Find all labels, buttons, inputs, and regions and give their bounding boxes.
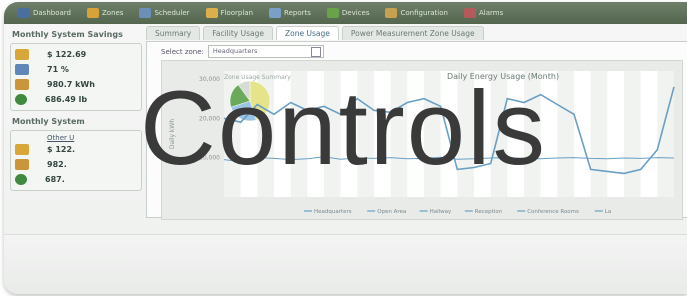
legend-item: Open Area [377,209,406,215]
legend-item: Conference Rooms [527,209,579,215]
y-tick-label: 30,000 [199,76,220,83]
devices-icon [326,8,339,18]
dashboard-icon [18,8,30,18]
nav-item-label: Alarms [478,9,504,17]
scheduler-icon [139,8,152,18]
dropdown-icon[interactable] [310,47,321,57]
legend-item: Reception [475,209,503,215]
plot-band [657,71,674,197]
plot-band [624,71,641,197]
chart-subtitle: Zone Usage Summary [224,74,291,81]
usage-value: $ 122. [47,145,76,154]
plot-band [324,71,341,197]
y-tick-label: 10,000 [199,155,220,162]
reports-icon [269,8,282,18]
energy-chart-svg: Daily Energy Usage (Month) Zone Usage Sum… [169,71,675,215]
zone-select[interactable]: Headquarters [207,45,324,58]
zones-icon [86,8,99,18]
top-navigation: Dashboard Zones Scheduler Floorplan Reports D… [4,2,687,24]
nav-item-reports[interactable]: Reports [263,8,317,18]
nav-item-label: Reports [284,9,311,17]
plot-band [457,71,474,197]
plot-band [590,71,608,197]
configuration-icon [385,8,398,18]
usage-subtitle-link[interactable]: Other U [47,134,137,142]
nav-item-devices[interactable]: Devices [321,8,376,18]
plot-band [390,71,408,197]
tab-zone-usage[interactable]: Zone Usage [275,26,339,40]
tab-power-measurement-zone-usage[interactable]: Power Measurement Zone Usage [341,26,484,40]
main-area: Summary Facility Usage Zone Usage Power Mea… [146,26,687,220]
nav-item-floorplan[interactable]: Floorplan [200,8,260,18]
y-tick-label: 20,000 [199,115,220,122]
floorplan-icon [205,8,218,18]
plot-band [357,71,374,197]
energy-chart: Daily Energy Usage (Month) Zone Usage Sum… [161,60,683,220]
nav-item-label: Scheduler [154,9,190,17]
percent-chart-icon [15,64,29,75]
savings-row: $ 122.69 [15,47,137,62]
zone-selector-row: Select zone: Headquarters [161,45,324,58]
energy-icon [15,79,29,90]
nav-item-configuration[interactable]: Configuration [379,8,453,18]
usage-value: 687. [45,175,65,184]
savings-title: Monthly System Savings [12,30,123,39]
nav-item-scheduler[interactable]: Scheduler [133,8,195,18]
sidebar: Monthly System Savings $ 122.69 71 % 980.7… [10,28,142,197]
usage-row: 982. [15,157,137,172]
zone-select-label: Select zone: [161,47,204,56]
plot-band [557,71,574,197]
nav-item-label: Configuration [400,9,448,17]
savings-row: 980.7 kWh [15,77,137,92]
leaf-icon [15,174,27,185]
nav-item-label: Dashboard [33,9,71,17]
savings-value: 686.49 lb [45,95,88,104]
plot-band [290,71,308,197]
money-icon [15,144,29,155]
alarms-icon [463,8,476,18]
tab-bar: Summary Facility Usage Zone Usage Power Mea… [146,26,687,40]
savings-value: 980.7 kWh [47,80,95,89]
tab-facility-usage[interactable]: Facility Usage [203,26,273,40]
savings-row: 686.49 lb [15,92,137,107]
usage-panel: Other U $ 122. 982. 687. [10,130,142,191]
usage-row: 687. [15,172,137,187]
usage-value: 982. [47,160,67,169]
legend-item: Hallway [430,209,452,215]
plot-band [424,71,441,197]
zone-select-value: Headquarters [212,47,258,55]
bottom-band [4,234,687,294]
tab-summary[interactable]: Summary [146,26,201,40]
chart-title: Daily Energy Usage (Month) [447,72,559,81]
savings-row: 71 % [15,62,137,77]
savings-value: 71 % [47,65,69,74]
legend-item: Headquarters [314,209,352,215]
money-icon [15,49,29,60]
legend-item: La [605,209,611,215]
nav-item-label: Zones [101,9,124,17]
nav-item-label: Floorplan [220,9,254,17]
nav-item-zones[interactable]: Zones [81,8,129,18]
nav-item-dashboard[interactable]: Dashboard [12,8,77,18]
energy-icon [15,159,29,170]
leaf-icon [15,94,27,105]
plot-band [524,71,541,197]
app-window: Dashboard Zones Scheduler Floorplan Reports D… [4,2,687,294]
savings-value: $ 122.69 [47,50,87,59]
usage-row: $ 122. [15,142,137,157]
zone-usage-panel: Select zone: Headquarters Daily Energy U… [146,41,687,220]
savings-panel: $ 122.69 71 % 980.7 kWh 686.49 lb [10,43,142,111]
nav-item-label: Devices [341,9,370,17]
nav-item-alarms[interactable]: Alarms [458,8,509,18]
usage-title: Monthly System [12,117,85,126]
y-axis-label: Daily kWh [169,119,176,149]
